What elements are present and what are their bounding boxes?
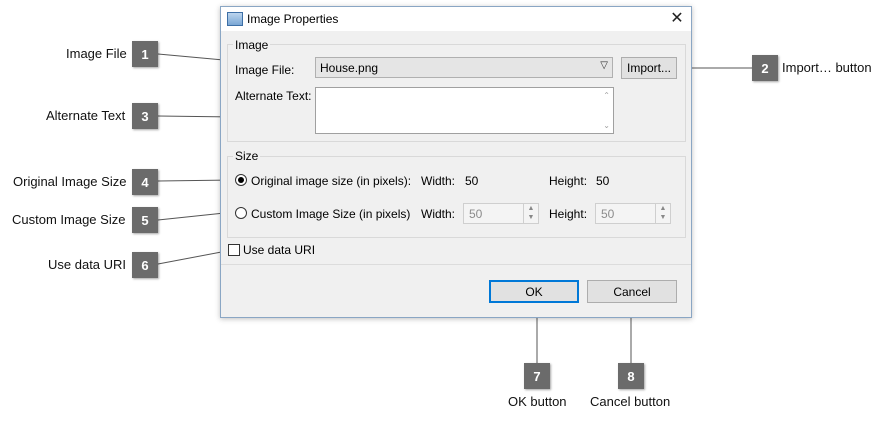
custom-size-label[interactable]: Custom Image Size (in pixels) (251, 207, 410, 221)
image-window-icon (227, 12, 243, 26)
import-button[interactable]: Import... (621, 57, 677, 79)
chevron-down-icon[interactable]: ▽ (600, 60, 608, 71)
callout-label-original-image-size: Original Image Size (13, 174, 127, 189)
original-height-label: Height: (549, 174, 588, 188)
radio-selected-dot (238, 177, 244, 183)
original-width-value: 50 (465, 174, 479, 188)
stepper-arrows-icon[interactable]: ▲ ▼ (523, 204, 538, 223)
callout-badge-5: 5 (132, 207, 158, 233)
title-bar[interactable]: Image Properties ✕ (221, 7, 691, 31)
custom-height-stepper[interactable]: 50 ▲ ▼ (595, 203, 671, 224)
image-file-combobox[interactable]: House.png ▽ (315, 57, 613, 78)
callout-badge-7: 7 (524, 363, 550, 389)
dialog-title: Image Properties (247, 12, 339, 26)
alternate-text-field[interactable]: ⌃ ⌄ (315, 87, 614, 134)
callout-label-image-file: Image File (66, 46, 127, 61)
original-height-value: 50 (596, 174, 610, 188)
custom-width-label: Width: (421, 207, 456, 221)
custom-height-value: 50 (601, 207, 615, 221)
custom-width-stepper[interactable]: 50 ▲ ▼ (463, 203, 539, 224)
custom-height-label: Height: (549, 207, 588, 221)
size-group-label: Size (233, 149, 261, 163)
callout-badge-2: 2 (752, 55, 778, 81)
callout-label-cancel-button: Cancel button (590, 394, 671, 409)
callout-badge-8: 8 (618, 363, 644, 389)
close-icon[interactable]: ✕ (667, 9, 687, 29)
callout-badge-3: 3 (132, 103, 158, 129)
use-data-uri-label[interactable]: Use data URI (243, 243, 315, 257)
cancel-button[interactable]: Cancel (587, 280, 677, 303)
scroll-down-icon[interactable]: ⌄ (603, 121, 610, 130)
ok-button[interactable]: OK (489, 280, 579, 303)
callout-label-custom-image-size: Custom Image Size (12, 212, 126, 227)
callout-badge-6: 6 (132, 252, 158, 278)
callout-label-import-button: Import… button (782, 60, 872, 75)
callout-label-use-data-uri: Use data URI (48, 257, 127, 272)
original-width-label: Width: (421, 174, 456, 188)
custom-width-value: 50 (469, 207, 483, 221)
scroll-up-icon[interactable]: ⌃ (603, 91, 610, 100)
footer-divider (221, 264, 691, 265)
callout-label-ok-button: OK button (508, 394, 567, 409)
custom-size-radio[interactable] (235, 207, 247, 219)
size-group (227, 156, 686, 238)
original-size-radio[interactable] (235, 174, 247, 186)
callout-badge-1: 1 (132, 41, 158, 67)
alternate-text-label: Alternate Text: (235, 89, 312, 103)
image-properties-dialog: Image Properties ✕ Image Image File: Hou… (220, 6, 692, 318)
image-file-label: Image File: (235, 63, 295, 77)
image-file-value: House.png (320, 61, 379, 75)
callout-label-alternate-text: Alternate Text (46, 108, 126, 123)
use-data-uri-checkbox[interactable] (228, 244, 240, 256)
stepper-arrows-icon[interactable]: ▲ ▼ (655, 204, 670, 223)
image-group-label: Image (233, 38, 271, 52)
original-size-label[interactable]: Original image size (in pixels): (251, 174, 411, 188)
callout-badge-4: 4 (132, 169, 158, 195)
